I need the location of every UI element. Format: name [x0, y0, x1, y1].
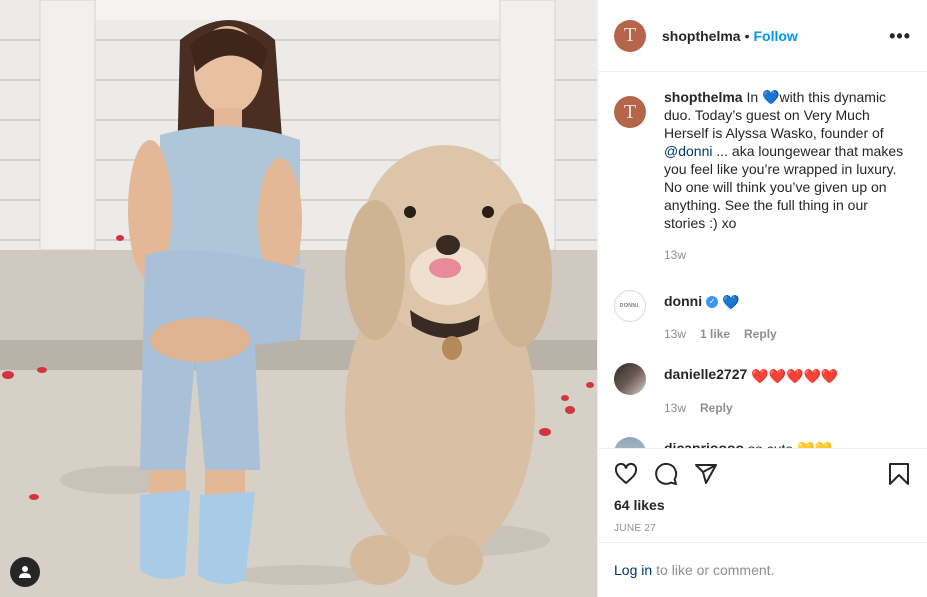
- comment-button[interactable]: [654, 462, 678, 486]
- login-link[interactable]: Log in: [614, 562, 652, 578]
- comments-list[interactable]: T shopthelma In 💙with this dynamic duo. …: [598, 72, 927, 448]
- action-icons: [614, 461, 911, 487]
- post-header: T shopthelma • Follow •••: [598, 0, 927, 72]
- like-button[interactable]: [614, 462, 638, 486]
- post-date[interactable]: JUNE 27: [614, 523, 911, 534]
- follow-button[interactable]: Follow: [753, 28, 797, 44]
- more-icon[interactable]: •••: [889, 27, 911, 45]
- caption-text: shopthelma In 💙with this dynamic duo. To…: [664, 88, 911, 232]
- comment-time[interactable]: 13w: [664, 327, 686, 341]
- comment-body: donni ✓ 💙 13w 1 like Reply: [664, 284, 911, 341]
- comment-meta: 13w 1 like Reply: [664, 327, 911, 341]
- comment-username[interactable]: donni: [664, 293, 702, 309]
- post-photo-illustration: [0, 0, 597, 597]
- reply-button[interactable]: Reply: [744, 327, 777, 341]
- save-button[interactable]: [887, 462, 911, 486]
- comment-text: danielle2727 ❤️❤️❤️❤️❤️: [664, 365, 911, 384]
- tagged-people-button[interactable]: [10, 557, 40, 587]
- comment-item: DONNI. donni ✓ 💙 13w 1 like Reply: [614, 284, 911, 341]
- author-avatar[interactable]: T: [614, 19, 646, 52]
- comment-body: dicaprioooo so cute 💛💛: [664, 431, 911, 448]
- caption-body: shopthelma In 💙with this dynamic duo. To…: [664, 88, 911, 262]
- comment-time[interactable]: 13w: [664, 401, 686, 415]
- likes-count[interactable]: 64 likes: [614, 497, 911, 513]
- comment-content: 💙: [722, 294, 740, 311]
- comment-avatar[interactable]: DONNI.: [614, 290, 646, 322]
- caption-mention-link[interactable]: @donni: [664, 143, 712, 159]
- share-icon: [695, 464, 717, 484]
- comment-meta: 13w Reply: [664, 401, 911, 415]
- comment-avatar[interactable]: [614, 436, 646, 448]
- avatar-text: DONNI.: [619, 303, 641, 309]
- comment-body: danielle2727 ❤️❤️❤️❤️❤️ 13w Reply: [664, 357, 911, 414]
- post-photo[interactable]: [0, 0, 597, 597]
- caption-meta: 13w: [664, 248, 911, 262]
- post-actions: 64 likes JUNE 27: [598, 448, 927, 542]
- share-button[interactable]: [694, 462, 718, 486]
- verified-icon: ✓: [706, 296, 719, 309]
- comment-item: danielle2727 ❤️❤️❤️❤️❤️ 13w Reply: [614, 357, 911, 415]
- heart-icon: [614, 462, 638, 484]
- comment-username[interactable]: danielle2727: [664, 366, 747, 382]
- comment-text: donni ✓ 💙: [664, 292, 911, 311]
- reply-button[interactable]: Reply: [700, 401, 733, 415]
- caption: T shopthelma In 💙with this dynamic duo. …: [614, 88, 911, 262]
- avatar-letter: T: [623, 24, 637, 46]
- person-icon: [19, 566, 31, 578]
- login-prompt: Log in to like or comment.: [598, 542, 927, 597]
- comment-item: dicaprioooo so cute 💛💛: [614, 431, 911, 448]
- caption-time[interactable]: 13w: [664, 248, 686, 262]
- avatar-letter: T: [623, 100, 637, 123]
- comment-username[interactable]: dicaprioooo: [664, 440, 744, 448]
- separator-dot: •: [744, 27, 750, 44]
- login-text: to like or comment.: [656, 562, 775, 578]
- comment-content: ❤️❤️❤️❤️❤️: [751, 367, 839, 384]
- author-username[interactable]: shopthelma: [662, 28, 741, 44]
- comment-avatar[interactable]: [614, 363, 646, 396]
- bookmark-icon: [889, 463, 909, 485]
- comment-text: dicaprioooo so cute 💛💛: [664, 439, 911, 448]
- comment-icon: [655, 462, 678, 485]
- caption-author-avatar[interactable]: T: [614, 96, 646, 128]
- post-details-panel: T shopthelma • Follow ••• T shopthelma I…: [597, 0, 927, 597]
- comment-content: so cute 💛💛: [748, 440, 832, 448]
- caption-username[interactable]: shopthelma: [664, 89, 743, 105]
- comment-likes[interactable]: 1 like: [700, 327, 730, 341]
